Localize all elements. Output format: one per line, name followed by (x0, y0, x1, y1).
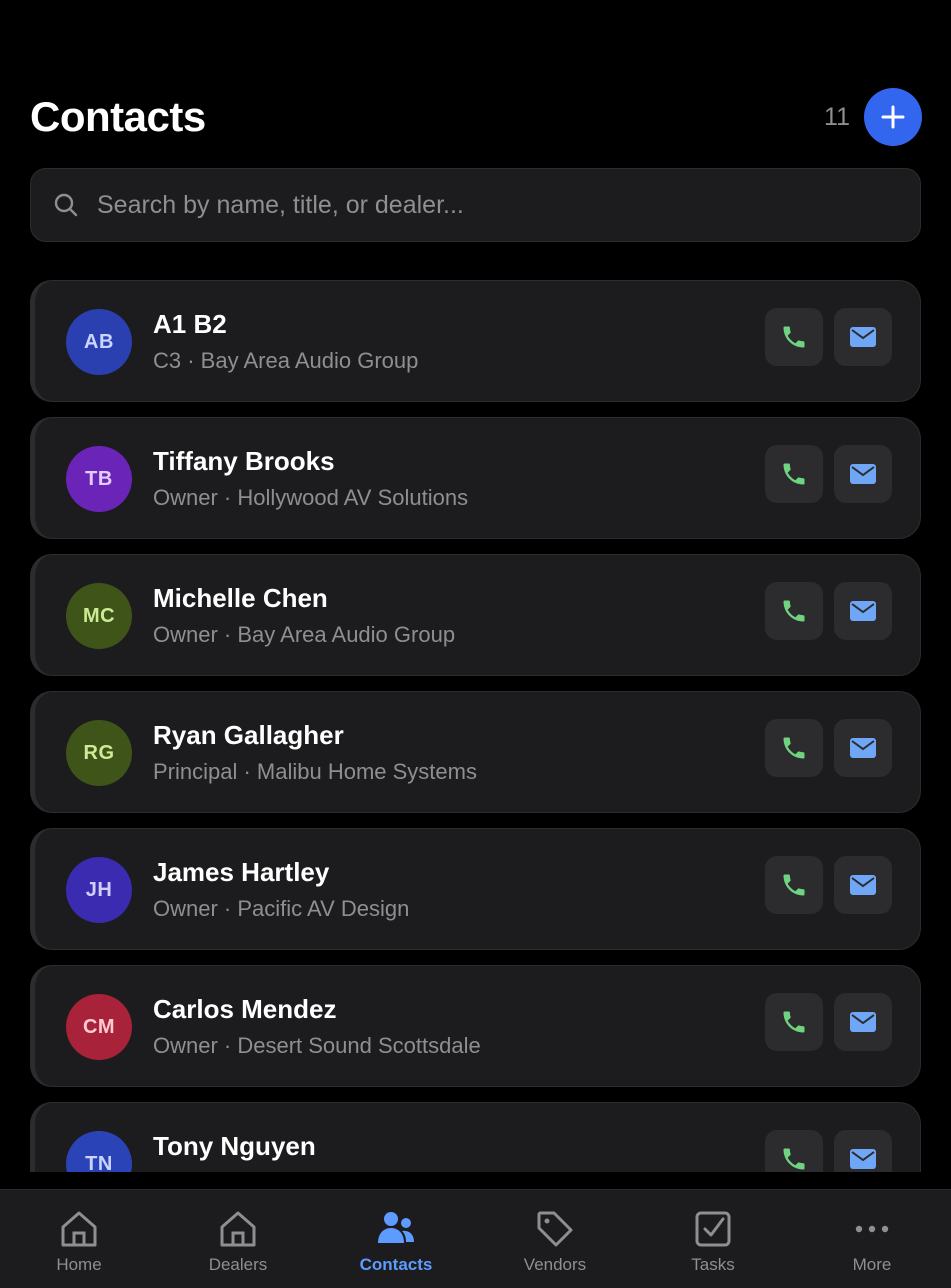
avatar: TB (66, 446, 132, 512)
avatar: JH (66, 857, 132, 923)
tab-more[interactable]: More (793, 1190, 951, 1288)
header-actions: 11 (824, 88, 922, 146)
contact-card[interactable]: MC Michelle Chen Owner · Bay Area Audio … (30, 554, 921, 676)
phone-icon (783, 326, 805, 348)
contact-name: Carlos Mendez (153, 994, 337, 1024)
contact-card[interactable]: TN Tony Nguyen (30, 1102, 921, 1172)
email-button[interactable] (834, 1130, 892, 1172)
contact-subtitle: Principal · Malibu Home Systems (153, 759, 477, 784)
email-button[interactable] (834, 856, 892, 914)
phone-icon (783, 874, 805, 896)
contact-subtitle: Owner · Desert Sound Scottsdale (153, 1033, 481, 1058)
email-button[interactable] (834, 719, 892, 777)
tab-tasks[interactable]: Tasks (634, 1190, 792, 1288)
add-contact-button[interactable] (864, 88, 922, 146)
contact-count: 11 (824, 102, 850, 131)
contact-name: James Hartley (153, 857, 330, 887)
phone-icon (783, 600, 805, 622)
call-button[interactable] (765, 308, 823, 366)
tab-dealers[interactable]: Dealers (159, 1190, 317, 1288)
contact-name: Tony Nguyen (153, 1131, 316, 1161)
email-button[interactable] (834, 582, 892, 640)
avatar: CM (66, 994, 132, 1060)
mail-icon (850, 601, 876, 621)
call-button[interactable] (765, 582, 823, 640)
checkbox-icon (695, 1211, 731, 1247)
contact-subtitle: Owner · Bay Area Audio Group (153, 622, 456, 647)
email-button[interactable] (834, 993, 892, 1051)
plus-icon (881, 105, 905, 129)
contact-subtitle: Owner · Pacific AV Design (153, 896, 410, 921)
contact-subtitle: C3 · Bay Area Audio Group (153, 348, 419, 373)
mail-icon (850, 1149, 876, 1169)
contact-list: AB A1 B2 C3 · Bay Area Audio Group TB Ti… (0, 280, 951, 1172)
home-icon (61, 1211, 97, 1247)
contact-card[interactable]: JH James Hartley Owner · Pacific AV Desi… (30, 828, 921, 950)
mail-icon (850, 1012, 876, 1032)
tab-label: More (852, 1255, 892, 1274)
tab-label: Contacts (359, 1255, 433, 1274)
call-button[interactable] (765, 1130, 823, 1172)
contact-name: Michelle Chen (153, 583, 328, 613)
page-header: Contacts 11 (30, 86, 922, 148)
tab-home[interactable]: Home (0, 1190, 158, 1288)
phone-icon (783, 1148, 805, 1170)
tab-bar: Home Dealers Contacts Vendors Tasks More (0, 1189, 951, 1288)
email-button[interactable] (834, 308, 892, 366)
avatar: RG (66, 720, 132, 786)
contact-card[interactable]: TB Tiffany Brooks Owner · Hollywood AV S… (30, 417, 921, 539)
tag-icon (537, 1211, 573, 1247)
contact-name: Ryan Gallagher (153, 720, 344, 750)
call-button[interactable] (765, 993, 823, 1051)
email-button[interactable] (834, 445, 892, 503)
mail-icon (850, 875, 876, 895)
tab-vendors[interactable]: Vendors (476, 1190, 634, 1288)
contact-name: A1 B2 (153, 309, 227, 339)
search-input[interactable] (95, 189, 920, 221)
mail-icon (850, 738, 876, 758)
contact-card[interactable]: RG Ryan Gallagher Principal · Malibu Hom… (30, 691, 921, 813)
page-title: Contacts (30, 93, 206, 140)
tab-label: Home (56, 1255, 102, 1274)
avatar: MC (66, 583, 132, 649)
search-icon (54, 193, 78, 217)
mail-icon (850, 327, 876, 347)
tab-contacts[interactable]: Contacts (317, 1190, 475, 1288)
store-icon (220, 1211, 256, 1247)
call-button[interactable] (765, 856, 823, 914)
call-button[interactable] (765, 445, 823, 503)
search-bar (30, 168, 921, 242)
call-button[interactable] (765, 719, 823, 777)
contact-card[interactable]: AB A1 B2 C3 · Bay Area Audio Group (30, 280, 921, 402)
phone-icon (783, 1011, 805, 1033)
tab-label: Vendors (523, 1255, 587, 1274)
contact-name: Tiffany Brooks (153, 446, 335, 476)
avatar: TN (66, 1131, 132, 1172)
mail-icon (850, 464, 876, 484)
tab-label: Dealers (208, 1255, 268, 1274)
contact-card[interactable]: CM Carlos Mendez Owner · Desert Sound Sc… (30, 965, 921, 1087)
more-icon (855, 1225, 889, 1233)
tab-label: Tasks (691, 1255, 735, 1274)
phone-icon (783, 463, 805, 485)
avatar: AB (66, 309, 132, 375)
phone-icon (783, 737, 805, 759)
people-icon (378, 1212, 414, 1243)
contact-subtitle: Owner · Hollywood AV Solutions (153, 485, 469, 510)
